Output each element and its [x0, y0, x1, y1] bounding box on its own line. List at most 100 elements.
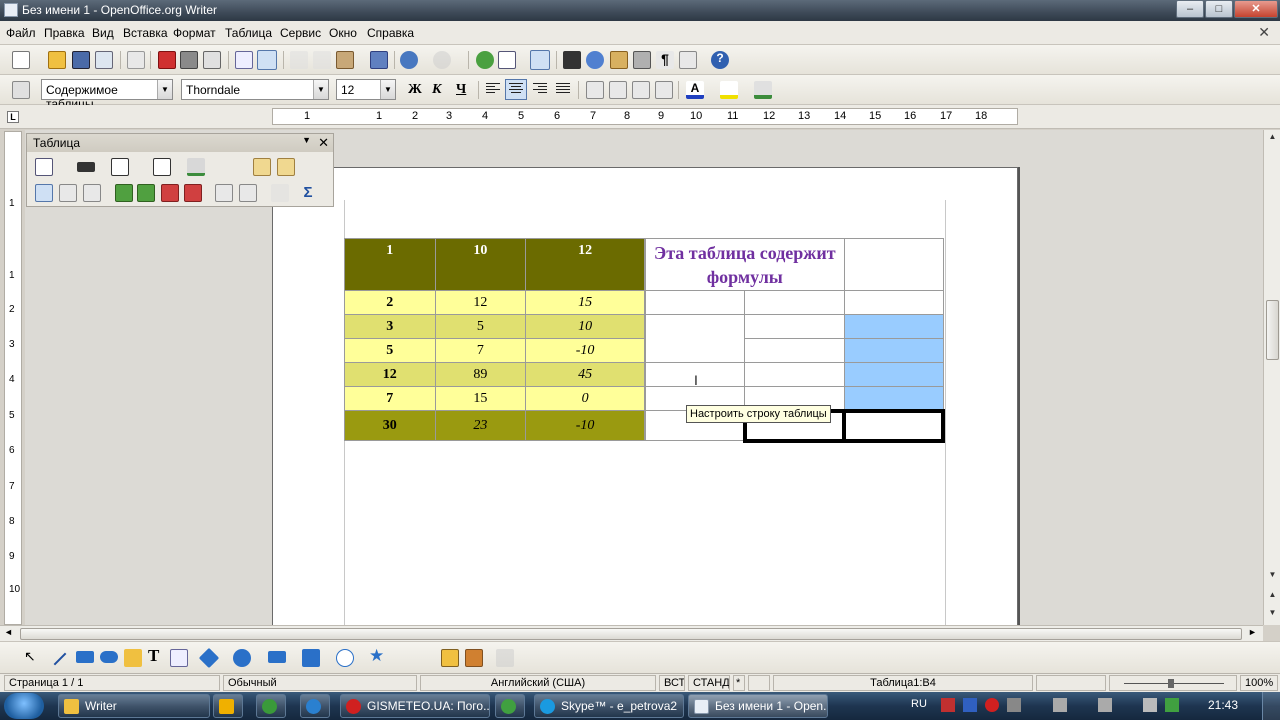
insert-row-icon[interactable]: [115, 184, 133, 202]
table-cell[interactable]: [744, 338, 845, 363]
table-total-cell[interactable]: -10: [525, 410, 645, 441]
table-cell[interactable]: [843, 238, 944, 291]
menu-tools[interactable]: Сервис: [280, 26, 321, 40]
chevron-down-icon[interactable]: ▼: [380, 80, 395, 99]
italic-button[interactable]: К: [432, 82, 442, 98]
toolbar-options-icon[interactable]: ▼: [302, 135, 311, 145]
maximize-button[interactable]: □: [1205, 0, 1233, 18]
underline-button[interactable]: Ч: [456, 82, 466, 98]
email-icon[interactable]: [95, 51, 113, 69]
ellipse-icon[interactable]: [100, 651, 118, 663]
cut-icon[interactable]: [290, 51, 308, 69]
table-cell[interactable]: -10: [525, 338, 645, 363]
table-cell[interactable]: 45: [525, 362, 645, 387]
taskbar-skype[interactable]: Skype™ - e_petrova2: [534, 694, 684, 718]
hyperlink-icon[interactable]: [476, 51, 494, 69]
table-cell[interactable]: 7: [344, 386, 436, 411]
spellcheck-icon[interactable]: [235, 51, 253, 69]
page-style[interactable]: Обычный: [223, 675, 417, 691]
volume-icon[interactable]: [1143, 698, 1157, 712]
background-color-icon[interactable]: [754, 81, 772, 99]
vertical-ruler[interactable]: 1 1 2 3 4 5 6 7 8 9 10: [4, 131, 22, 625]
table-cell[interactable]: [744, 362, 845, 387]
increase-indent-icon[interactable]: [655, 81, 673, 99]
table-cell[interactable]: 10: [525, 314, 645, 339]
menu-view[interactable]: Вид: [92, 26, 114, 40]
chevron-down-icon[interactable]: ▼: [313, 80, 328, 99]
scroll-left-icon[interactable]: ◄: [4, 627, 13, 637]
table-cell[interactable]: 12: [344, 362, 436, 387]
table-cell[interactable]: 3: [344, 314, 436, 339]
edit-file-icon[interactable]: [127, 51, 145, 69]
numbers-table[interactable]: 1 10 12 2 12 15 3 5 10 5 7 -10 12 89 45 …: [344, 238, 645, 441]
document-modified[interactable]: *: [733, 675, 745, 691]
freeform-line-icon[interactable]: [124, 649, 142, 667]
show-draw-functions-icon[interactable]: [530, 50, 550, 70]
table-cell[interactable]: 15: [434, 386, 527, 411]
input-language[interactable]: RU: [911, 698, 927, 710]
delete-row-icon[interactable]: [161, 184, 179, 202]
menu-file[interactable]: Файл: [6, 26, 36, 40]
taskbar-app[interactable]: [495, 694, 525, 718]
font-name-select[interactable]: Thorndale ▼: [181, 79, 329, 100]
select-arrow-icon[interactable]: ↖: [24, 648, 36, 665]
print-preview-icon[interactable]: [203, 51, 221, 69]
extrusion-icon[interactable]: [496, 649, 514, 667]
table-cell[interactable]: 5: [344, 338, 436, 363]
font-size-select[interactable]: 12 ▼: [336, 79, 396, 100]
export-pdf-icon[interactable]: [158, 51, 176, 69]
from-file-icon[interactable]: [465, 649, 483, 667]
table-cell[interactable]: 0: [525, 386, 645, 411]
table-toolbar-header[interactable]: Таблица ▼ ✕: [27, 134, 333, 152]
tray-app-icon[interactable]: [963, 698, 977, 712]
gallery-icon[interactable]: [610, 51, 628, 69]
menu-help[interactable]: Справка: [367, 26, 414, 40]
align-left-icon[interactable]: [486, 83, 500, 95]
taskbar-writer-folder[interactable]: Writer: [58, 694, 210, 718]
table-cell[interactable]: 89: [434, 362, 527, 387]
selection-mode[interactable]: СТАНД: [688, 675, 730, 691]
selected-cell[interactable]: [843, 314, 944, 339]
symbol-shapes-icon[interactable]: [233, 649, 251, 667]
minimize-button[interactable]: –: [1176, 0, 1204, 18]
border-color-icon[interactable]: [111, 158, 129, 176]
menu-format[interactable]: Формат: [173, 26, 216, 40]
help-icon[interactable]: ?: [711, 51, 729, 69]
zoom-slider[interactable]: [1109, 675, 1237, 691]
menu-edit[interactable]: Правка: [44, 26, 85, 40]
clock[interactable]: 21:43: [1208, 698, 1238, 712]
insert-column-icon[interactable]: [137, 184, 155, 202]
table-cell[interactable]: [744, 314, 845, 339]
taskbar-chrome[interactable]: [256, 694, 286, 718]
scroll-right-icon[interactable]: ►: [1248, 627, 1257, 637]
find-replace-icon[interactable]: [563, 51, 581, 69]
autoformat-icon[interactable]: [215, 184, 233, 202]
page-indicator[interactable]: Страница 1 / 1: [4, 675, 220, 691]
table-properties-icon[interactable]: [239, 184, 257, 202]
print-icon[interactable]: [180, 51, 198, 69]
zoom-icon[interactable]: [679, 51, 697, 69]
line-icon[interactable]: [53, 652, 67, 666]
data-sources-icon[interactable]: [633, 51, 651, 69]
menu-table[interactable]: Таблица: [225, 26, 272, 40]
signal-icon[interactable]: [1098, 698, 1112, 712]
table-background-icon[interactable]: [187, 158, 205, 176]
menu-window[interactable]: Окно: [329, 26, 357, 40]
rectangle-icon[interactable]: [76, 651, 94, 663]
clone-formatting-icon[interactable]: [370, 51, 388, 69]
navigator-icon[interactable]: [586, 51, 604, 69]
horizontal-scrollbar[interactable]: ◄ ►: [0, 625, 1263, 641]
delete-column-icon[interactable]: [184, 184, 202, 202]
open-folder-icon[interactable]: [48, 51, 66, 69]
sum-icon[interactable]: Σ: [299, 184, 317, 202]
table-title-cell[interactable]: Эта таблица содержит формулы: [645, 238, 845, 291]
battery-icon[interactable]: [1165, 698, 1179, 712]
font-color-icon[interactable]: A: [686, 81, 704, 99]
network-icon[interactable]: [1053, 698, 1067, 712]
paragraph-style-select[interactable]: Содержимое таблицы ▼: [41, 79, 173, 111]
scroll-down-icon[interactable]: ▼: [1266, 570, 1279, 584]
tray-app-icon[interactable]: [1007, 698, 1021, 712]
scrollbar-thumb[interactable]: [20, 628, 1242, 640]
selected-cell[interactable]: [843, 362, 944, 387]
zoom-level[interactable]: 100%: [1240, 675, 1278, 691]
